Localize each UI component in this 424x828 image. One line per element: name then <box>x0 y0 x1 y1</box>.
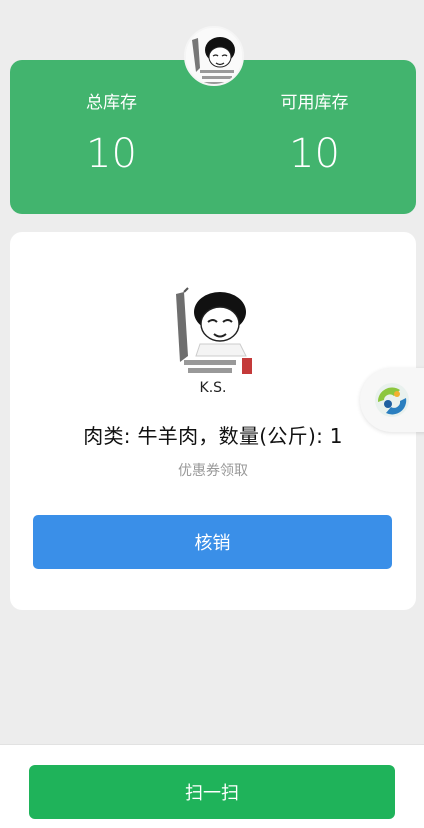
coupon-claim-text: 优惠券领取 <box>178 463 248 479</box>
available-stock-label: 可用库存 <box>280 93 349 113</box>
top-avatar <box>184 26 244 86</box>
available-stock-value: 10 <box>289 131 340 177</box>
bottom-bar: 扫一扫 <box>0 744 424 828</box>
available-stock-stat: 可用库存 10 <box>213 60 416 178</box>
page: 总库存 10 可用库存 10 K.S. 肉类: 牛羊肉，数量(公斤): 1 优惠… <box>0 0 424 828</box>
total-stock-label: 总库存 <box>86 93 137 113</box>
total-stock-stat: 总库存 10 <box>10 60 213 178</box>
user-avatar <box>162 286 262 386</box>
total-stock-value: 10 <box>86 131 137 177</box>
username: K.S. <box>199 380 227 396</box>
assistant-logo-icon <box>375 383 409 417</box>
scan-button[interactable]: 扫一扫 <box>29 765 395 819</box>
verify-button[interactable]: 核销 <box>33 515 392 569</box>
floating-assistant-button[interactable] <box>360 368 424 432</box>
product-info: 肉类: 牛羊肉，数量(公斤): 1 <box>83 424 343 448</box>
coupon-card: K.S. 肉类: 牛羊肉，数量(公斤): 1 优惠券领取 核销 <box>10 232 416 610</box>
meme-avatar-image <box>162 286 262 386</box>
